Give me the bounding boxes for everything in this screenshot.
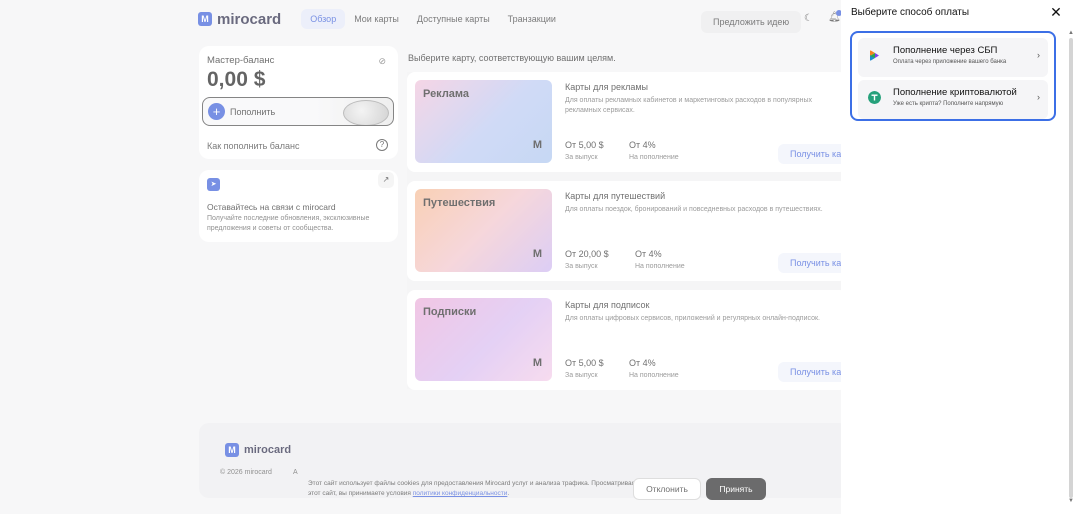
footer-copyright: © 2026 mirocard [220, 469, 272, 476]
logo-mark-icon: M [198, 12, 212, 26]
payment-methods-list: Пополнение через СБП Оплата через прилож… [850, 31, 1056, 121]
offer-fee-label: На пополнение [635, 263, 685, 270]
logo-mark-icon: M [225, 443, 239, 457]
scroll-up-icon[interactable]: ▲ [1068, 30, 1074, 36]
offer-title: Карты для путешествий [565, 191, 666, 201]
offer-description: Для оплаты цифровых сервисов, приложений… [565, 315, 820, 322]
telegram-icon: ➤ [207, 178, 220, 191]
offer-price: От 5,00 $ [565, 358, 604, 368]
topup-label: Пополнить [230, 106, 276, 117]
offer-price: От 20,00 $ [565, 249, 609, 259]
cookie-text: Этот сайт использует файлы cookies для п… [308, 480, 636, 497]
scroll-thumb[interactable] [1069, 38, 1073, 498]
offer-fee-label: На пополнение [629, 154, 679, 161]
method-description: Оплата через приложение вашего банка [893, 59, 1007, 65]
nav-my-cards[interactable]: Мои карты [345, 9, 408, 29]
offer-image-label: Реклама [423, 88, 470, 100]
close-icon[interactable]: ✕ [1048, 4, 1064, 20]
offer-description: Для оплаты поездок, бронирований и повсе… [565, 206, 823, 213]
offer-fee: От 4% [629, 358, 656, 368]
offer-fee-label: На пополнение [629, 372, 679, 379]
offer-image: Путешествия M [415, 189, 552, 272]
drawer-scrollbar[interactable]: ▲ ▼ [1068, 30, 1074, 504]
offer-price-label: За выпуск [565, 263, 598, 270]
nav-transactions[interactable]: Транзакции [499, 9, 565, 29]
eye-off-icon[interactable]: ⊘ [378, 56, 386, 67]
offer-card-subscriptions: Подписки M Карты для подписок Для оплаты… [407, 290, 858, 390]
nav-overview[interactable]: Обзор [301, 9, 346, 29]
offer-title: Карты для подписок [565, 300, 650, 310]
offer-fee: От 4% [635, 249, 662, 259]
question-icon[interactable]: ? [376, 139, 388, 151]
coin-illustration [343, 100, 389, 125]
offer-card-ads: Реклама M Карты для рекламы Для оплаты р… [407, 72, 858, 172]
telegram-title: Оставайтесь на связи с mirocard [207, 202, 336, 212]
drawer-title: Выберите способ оплаты [851, 7, 970, 18]
telegram-description: Получайте последние обновления, эксклюзи… [207, 215, 370, 232]
decline-cookies-button[interactable]: Отклонить [633, 478, 701, 500]
telegram-card[interactable]: ➤ ↗ Оставайтесь на связи с mirocard Полу… [199, 170, 398, 242]
method-description: Уже есть крипта? Пополните напрямую [893, 101, 1004, 107]
privacy-policy-link[interactable]: политики конфиденциальности [413, 490, 508, 497]
mirocard-mark-icon: M [532, 357, 542, 369]
balance-value: 0,00 $ [207, 68, 266, 91]
main-nav: Обзор Мои карты Доступные карты Транзакц… [301, 9, 565, 29]
top-navigation: M mirocard Обзор Мои карты Доступные кар… [198, 6, 858, 33]
cookie-banner: Этот сайт использует файлы cookies для п… [300, 474, 841, 508]
topup-button[interactable]: + Пополнить [202, 97, 394, 126]
nav-available-cards[interactable]: Доступные карты [408, 9, 499, 29]
mirocard-mark-icon: M [532, 248, 542, 260]
footer-logo[interactable]: M mirocard [225, 443, 291, 457]
scroll-down-icon[interactable]: ▼ [1068, 498, 1074, 504]
accept-cookies-button[interactable]: Принять [706, 478, 766, 500]
offer-image-label: Путешествия [423, 197, 496, 209]
chevron-right-icon: › [1037, 50, 1040, 60]
plus-icon: + [208, 103, 225, 120]
moon-icon[interactable]: ☾ [804, 13, 813, 24]
footer-logo-text: mirocard [244, 444, 292, 456]
balance-card: Мастер-баланс ⊘ 0,00 $ + Пополнить Как п… [199, 46, 398, 159]
howto-topup-link[interactable]: Как пополнить баланс [207, 141, 300, 151]
logo-text: mirocard [217, 10, 282, 28]
offer-image: Реклама M [415, 80, 552, 163]
method-sbp[interactable]: Пополнение через СБП Оплата через прилож… [858, 38, 1048, 77]
chevron-right-icon: › [1037, 92, 1040, 102]
tether-icon [868, 91, 881, 104]
payment-method-drawer: Выберите способ оплаты ✕ Пополнение чере… [841, 0, 1080, 514]
offers-list: Реклама M Карты для рекламы Для оплаты р… [407, 72, 858, 390]
external-link-icon[interactable]: ↗ [378, 172, 394, 188]
offers-heading: Выберите карту, соответствующую вашим це… [408, 53, 616, 63]
offer-title: Карты для рекламы [565, 82, 648, 92]
offer-image: Подписки M [415, 298, 552, 381]
suggest-idea-button[interactable]: Предложить идею [701, 11, 802, 33]
balance-title: Мастер-баланс [207, 55, 275, 66]
offer-price-label: За выпуск [565, 372, 598, 379]
offer-fee: От 4% [629, 140, 656, 150]
mirocard-mark-icon: M [532, 139, 542, 151]
logo[interactable]: M mirocard [198, 11, 281, 28]
offer-image-label: Подписки [423, 306, 477, 318]
method-title: Пополнение через СБП [893, 45, 998, 56]
offer-price-label: За выпуск [565, 154, 598, 161]
offer-card-travel: Путешествия M Карты для путешествий Для … [407, 181, 858, 281]
method-crypto[interactable]: Пополнение криптовалютой Уже есть крипта… [858, 80, 1048, 119]
sbp-icon [870, 50, 879, 61]
method-title: Пополнение криптовалютой [893, 87, 1017, 98]
offer-description: Для оплаты рекламных кабинетов и маркети… [565, 97, 813, 114]
footer-extra: A [293, 469, 298, 476]
offer-price: От 5,00 $ [565, 140, 604, 150]
